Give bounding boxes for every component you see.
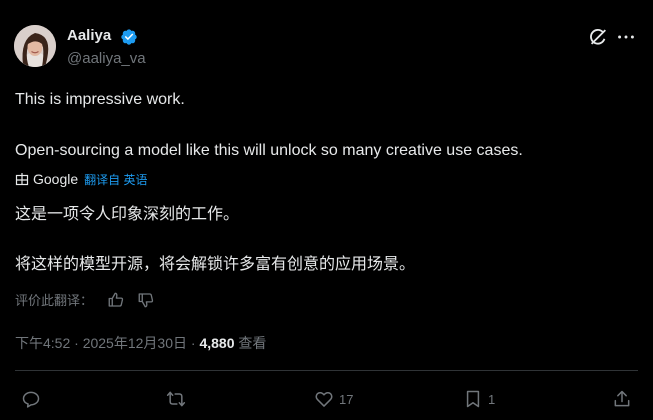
- like-button[interactable]: 17: [314, 388, 353, 410]
- more-icon[interactable]: [615, 26, 637, 48]
- bookmark-icon: [466, 390, 480, 408]
- rate-translation-label: 评价此翻译：: [15, 293, 94, 308]
- avatar[interactable]: [14, 25, 56, 67]
- post-time[interactable]: 下午4:52: [15, 335, 70, 351]
- verified-badge-icon: [121, 29, 137, 45]
- translated-from-link[interactable]: 翻译自 英语: [84, 171, 147, 188]
- like-icon: [315, 392, 333, 407]
- thumbs-up-icon[interactable]: [107, 291, 125, 309]
- repost-button[interactable]: [166, 388, 186, 410]
- translated-text-line-2: 将这样的模型开源，将会解锁许多富有创意的应用场景。: [15, 256, 416, 273]
- views-count[interactable]: 4,880: [199, 335, 234, 351]
- google-logo-icon: [15, 173, 29, 186]
- post-text-line-1: This is impressive work.: [15, 91, 185, 108]
- bookmark-button[interactable]: 1: [463, 388, 495, 410]
- translated-text-line-1: 这是一项令人印象深刻的工作。: [15, 206, 240, 223]
- post-text-line-2: Open-sourcing a model like this will unl…: [15, 142, 523, 159]
- reply-button[interactable]: [21, 388, 41, 410]
- bookmark-count: 1: [488, 391, 496, 407]
- share-icon: [614, 390, 630, 407]
- author-handle[interactable]: @aaliya_va: [67, 50, 146, 67]
- post-meta: 下午4:52 · 2025年12月30日 · 4,880 查看: [15, 333, 266, 353]
- repost-icon: [166, 391, 186, 407]
- views-label: 查看: [234, 335, 267, 351]
- grok-icon[interactable]: [587, 26, 609, 48]
- post-card: Aaliya @aaliya_va This is impressive wor…: [0, 0, 653, 420]
- rate-translation: 评价此翻译：: [15, 290, 155, 309]
- thumbs-down-icon[interactable]: [137, 291, 155, 309]
- meta-separator: ·: [187, 335, 200, 351]
- reply-icon: [22, 391, 40, 408]
- share-button[interactable]: [612, 388, 632, 410]
- author-name[interactable]: Aaliya: [67, 27, 111, 44]
- post-date[interactable]: 2025年12月30日: [83, 335, 187, 351]
- translation-provider: Google: [33, 171, 79, 187]
- meta-separator: ·: [70, 335, 83, 351]
- translation-bar: Google 翻译自 英语: [15, 170, 148, 188]
- divider: [15, 370, 638, 371]
- like-count: 17: [339, 391, 354, 407]
